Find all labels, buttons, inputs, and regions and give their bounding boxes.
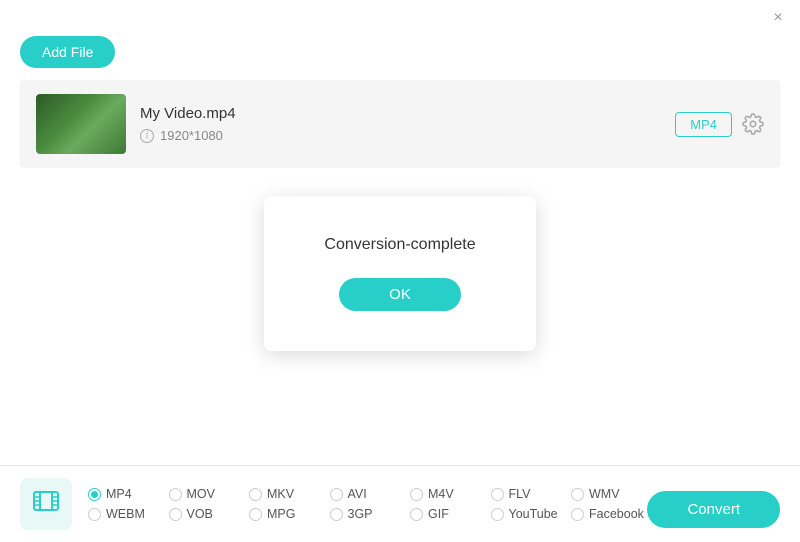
format-label-mkv: MKV: [267, 487, 294, 501]
convert-button[interactable]: Convert: [647, 491, 780, 528]
radio-m4v[interactable]: [410, 488, 423, 501]
format-option-facebook[interactable]: Facebook: [571, 507, 652, 521]
radio-3gp[interactable]: [330, 508, 343, 521]
format-badge[interactable]: MP4: [675, 112, 732, 137]
format-label-mpg: MPG: [267, 507, 295, 521]
radio-mov[interactable]: [169, 488, 182, 501]
format-label-mov: MOV: [187, 487, 215, 501]
file-info: My Video.mp4 i 1920*1080: [36, 94, 236, 154]
radio-facebook[interactable]: [571, 508, 584, 521]
radio-vob[interactable]: [169, 508, 182, 521]
format-option-mkv[interactable]: MKV: [249, 487, 330, 501]
format-label-youtube: YouTube: [509, 507, 558, 521]
format-label-m4v: M4V: [428, 487, 454, 501]
modal-overlay: Conversion-complete OK: [0, 168, 800, 378]
radio-mpg[interactable]: [249, 508, 262, 521]
file-list-area: My Video.mp4 i 1920*1080 MP4: [20, 80, 780, 168]
file-thumbnail: [36, 94, 126, 154]
file-resolution: 1920*1080: [160, 128, 223, 143]
format-option-webm[interactable]: WEBM: [88, 507, 169, 521]
add-file-button[interactable]: Add File: [20, 36, 115, 68]
radio-youtube[interactable]: [491, 508, 504, 521]
format-label-mp4: MP4: [106, 487, 132, 501]
modal-box: Conversion-complete OK: [264, 196, 535, 351]
file-meta: i 1920*1080: [140, 128, 236, 143]
info-icon: i: [140, 129, 154, 143]
format-option-gif[interactable]: GIF: [410, 507, 491, 521]
format-option-mp4[interactable]: MP4: [88, 487, 169, 501]
format-label-avi: AVI: [348, 487, 367, 501]
ok-button[interactable]: OK: [339, 278, 461, 311]
format-option-youtube[interactable]: YouTube: [491, 507, 572, 521]
format-label-wmv: WMV: [589, 487, 620, 501]
format-option-3gp[interactable]: 3GP: [330, 507, 411, 521]
modal-title: Conversion-complete: [324, 236, 475, 254]
format-option-wmv[interactable]: WMV: [571, 487, 652, 501]
radio-wmv[interactable]: [571, 488, 584, 501]
film-icon: [32, 487, 60, 521]
file-actions: MP4: [675, 112, 764, 137]
format-label-facebook: Facebook: [589, 507, 644, 521]
format-label-gif: GIF: [428, 507, 449, 521]
radio-webm[interactable]: [88, 508, 101, 521]
radio-flv[interactable]: [491, 488, 504, 501]
toolbar: Add File: [0, 36, 800, 80]
format-label-webm: WEBM: [106, 507, 145, 521]
format-options: MP4 MOV MKV AVI M4V FLV WMV: [88, 487, 732, 521]
settings-icon[interactable]: [742, 113, 764, 135]
format-option-flv[interactable]: FLV: [491, 487, 572, 501]
close-button[interactable]: ×: [770, 10, 786, 26]
format-label-flv: FLV: [509, 487, 531, 501]
format-option-mov[interactable]: MOV: [169, 487, 250, 501]
content-area: Conversion-complete OK: [0, 168, 800, 378]
format-option-m4v[interactable]: M4V: [410, 487, 491, 501]
radio-mp4[interactable]: [88, 488, 101, 501]
format-option-avi[interactable]: AVI: [330, 487, 411, 501]
radio-avi[interactable]: [330, 488, 343, 501]
radio-mkv[interactable]: [249, 488, 262, 501]
format-option-vob[interactable]: VOB: [169, 507, 250, 521]
radio-gif[interactable]: [410, 508, 423, 521]
file-details: My Video.mp4 i 1920*1080: [140, 105, 236, 143]
convert-area: Convert: [647, 491, 780, 528]
format-label-3gp: 3GP: [348, 507, 373, 521]
file-name: My Video.mp4: [140, 105, 236, 122]
title-bar: ×: [0, 0, 800, 36]
format-label-vob: VOB: [187, 507, 213, 521]
format-option-mpg[interactable]: MPG: [249, 507, 330, 521]
format-icon-box: [20, 478, 72, 530]
